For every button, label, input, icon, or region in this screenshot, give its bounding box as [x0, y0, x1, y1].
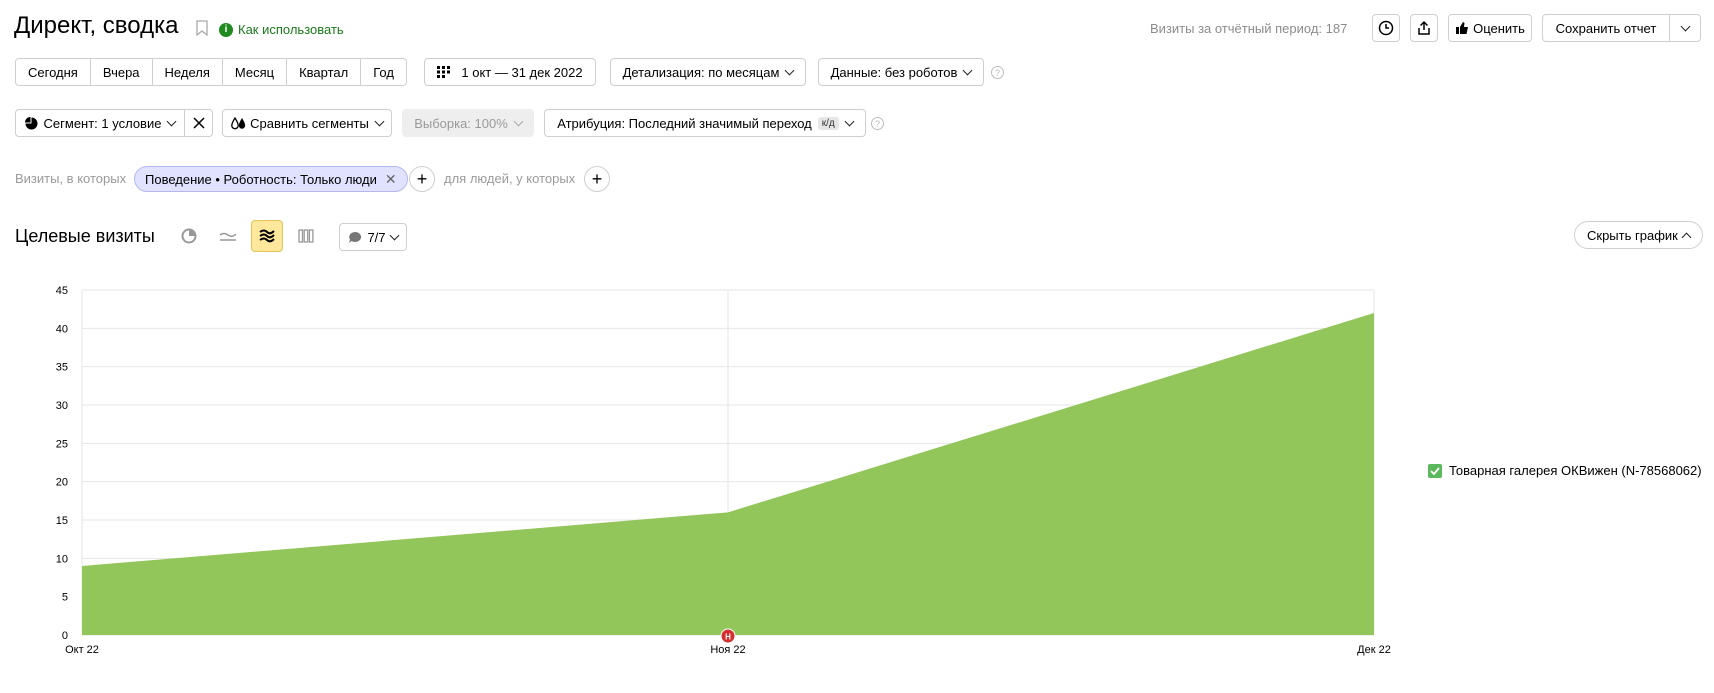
chevron-down-icon: [844, 116, 855, 126]
annotations-dropdown[interactable]: 7/7: [339, 223, 407, 251]
detail-dropdown[interactable]: Детализация: по месяцам: [610, 58, 806, 86]
period-quarter[interactable]: Квартал: [287, 59, 362, 85]
chart-type-pie[interactable]: [173, 220, 205, 252]
segment-dropdown[interactable]: Сегмент: 1 условие: [15, 109, 185, 137]
chevron-up-icon: [1681, 232, 1692, 242]
period-week[interactable]: Неделя: [153, 59, 223, 85]
area-chart[interactable]: 0 5 10 15 20 25 30 35 40 45 Окт 22 Ноя 22 Дек 22 Н: [0, 270, 1420, 670]
pie-icon: [24, 116, 38, 129]
y-tick-label: 5: [62, 592, 68, 604]
y-tick-label: 20: [56, 477, 68, 489]
date-range-button[interactable]: 1 окт — 31 дек 2022: [424, 58, 596, 86]
y-tick-label: 45: [56, 285, 68, 297]
sample-label: Выборка: 100%: [414, 115, 508, 131]
period-today[interactable]: Сегодня: [16, 59, 91, 85]
compare-segments-dropdown[interactable]: Сравнить сегменты: [222, 109, 392, 137]
y-tick-label: 40: [56, 323, 68, 335]
y-tick-label: 25: [56, 438, 68, 450]
rate-label: Оценить: [1473, 20, 1525, 36]
info-icon: i: [219, 22, 233, 37]
rate-button[interactable]: Оценить: [1448, 14, 1532, 42]
chevron-down-icon: [513, 116, 524, 126]
annotations-count: 7/7: [367, 229, 386, 245]
how-to-use-link[interactable]: i Как использовать: [219, 22, 344, 37]
line-chart-icon: [219, 232, 237, 241]
period-month[interactable]: Месяц: [223, 59, 288, 85]
attribution-dropdown[interactable]: Атрибуция: Последний значимый переход к/…: [544, 109, 866, 137]
legend-series-label: Товарная галерея ОКВижен (N-78568062): [1449, 463, 1702, 478]
help-icon[interactable]: ?: [991, 66, 1004, 79]
hide-chart-label: Скрыть график: [1587, 227, 1678, 243]
chevron-down-icon: [374, 116, 385, 126]
chevron-down-icon: [962, 65, 973, 75]
chart-title: Целевые визиты: [15, 226, 155, 246]
segment-label: Сегмент: 1 условие: [43, 115, 162, 131]
chart-type-bar[interactable]: [290, 220, 322, 252]
chevron-down-icon: [389, 230, 399, 240]
history-button[interactable]: [1372, 14, 1400, 42]
chart-legend-item[interactable]: Товарная галерея ОКВижен (N-78568062): [1428, 463, 1702, 478]
x-tick-label: Ноя 22: [710, 644, 745, 656]
people-filter-prefix: для людей, у которых: [444, 171, 576, 186]
bar-chart-icon: [298, 229, 314, 243]
chart-type-area[interactable]: [251, 220, 283, 252]
chevron-down-icon: [1680, 21, 1690, 31]
chart-type-line[interactable]: [212, 220, 244, 252]
filter-chip-label: Поведение • Роботность: Только люди: [145, 171, 377, 187]
calendar-icon: [437, 66, 451, 78]
save-report-menu-button[interactable]: [1669, 14, 1701, 42]
x-tick-label: Окт 22: [65, 644, 99, 656]
filter-chip[interactable]: Поведение • Роботность: Только люди ✕: [134, 166, 408, 192]
data-mode-dropdown[interactable]: Данные: без роботов: [818, 58, 984, 86]
add-visit-condition-button[interactable]: +: [409, 166, 435, 192]
period-year[interactable]: Год: [361, 59, 406, 85]
area-chart-icon: [259, 229, 275, 243]
bookmark-icon[interactable]: [196, 20, 208, 36]
period-yesterday[interactable]: Вчера: [91, 59, 153, 85]
hide-chart-button[interactable]: Скрыть график: [1574, 221, 1703, 249]
y-tick-label: 35: [56, 362, 68, 374]
export-button[interactable]: [1410, 14, 1438, 42]
chevron-down-icon: [167, 116, 177, 126]
compare-segments-label: Сравнить сегменты: [250, 115, 369, 131]
page-title: Директ, сводка: [14, 12, 179, 39]
y-tick-label: 0: [62, 630, 68, 642]
add-people-condition-button[interactable]: +: [584, 166, 610, 192]
drops-icon: [231, 116, 246, 129]
how-to-use-label: Как использовать: [238, 22, 344, 37]
chevron-down-icon: [784, 65, 795, 75]
detail-label: Детализация: по месяцам: [622, 64, 780, 80]
visits-period-text: Визиты за отчётный период: 187: [1150, 21, 1348, 36]
comment-icon: [349, 231, 362, 243]
close-icon: [192, 117, 205, 129]
save-report-button[interactable]: Сохранить отчет: [1542, 14, 1670, 42]
close-icon[interactable]: ✕: [385, 171, 397, 188]
save-report-label: Сохранить отчет: [1555, 20, 1657, 36]
checkbox-checked-icon[interactable]: [1428, 463, 1442, 478]
clear-segment-button[interactable]: [184, 109, 213, 137]
y-tick-label: 10: [56, 553, 68, 565]
pie-chart-icon: [181, 228, 197, 244]
y-tick-label: 15: [56, 515, 68, 527]
annotation-marker-label: Н: [725, 633, 731, 642]
clock-icon: [1378, 20, 1394, 36]
attribution-label: Атрибуция: Последний значимый переход: [557, 115, 812, 131]
period-selector: Сегодня Вчера Неделя Месяц Квартал Год: [15, 58, 407, 86]
date-range-label: 1 окт — 31 дек 2022: [461, 64, 583, 80]
visits-filter-prefix: Визиты, в которых: [15, 171, 127, 186]
attribution-badge: к/д: [817, 116, 839, 130]
thumbs-icon: [1456, 22, 1469, 34]
data-mode-label: Данные: без роботов: [830, 64, 958, 80]
sample-dropdown: Выборка: 100%: [402, 109, 534, 137]
x-tick-label: Дек 22: [1357, 644, 1391, 656]
y-tick-label: 30: [56, 400, 68, 412]
help-icon[interactable]: ?: [871, 117, 884, 130]
upload-icon: [1418, 20, 1430, 35]
